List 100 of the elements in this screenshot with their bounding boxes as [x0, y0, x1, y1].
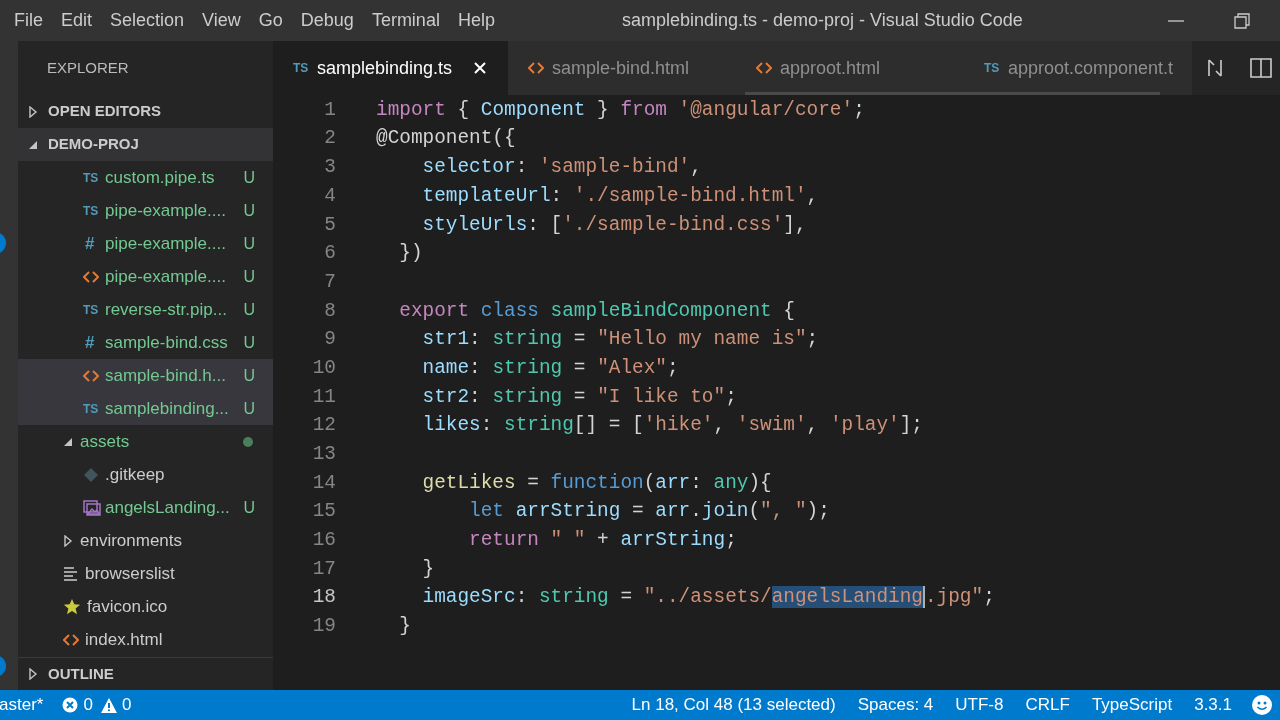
menu-item[interactable]: View	[195, 7, 248, 34]
typescript-icon: TS	[83, 300, 105, 319]
file-name: angelsLanding...	[105, 496, 231, 519]
menu-item[interactable]: File	[7, 7, 50, 34]
status-item[interactable]: Ln 18, Col 48 (13 selected)	[631, 692, 836, 718]
code-line: })	[398, 241, 423, 267]
menu-item[interactable]: Go	[251, 7, 290, 34]
typescript-icon: TS	[83, 399, 105, 418]
status-item[interactable]: 3.3.1	[1194, 692, 1232, 718]
section-header[interactable]: DEMO-PROJ	[18, 128, 273, 161]
hash-icon: #	[83, 230, 105, 257]
line-number: 14	[311, 470, 336, 496]
code-line: export class sampleBindComponent {	[398, 298, 795, 324]
tree-row[interactable]: sample-bind.h... U	[18, 359, 273, 392]
file-name: samplebinding...	[105, 397, 230, 420]
git-status: U	[243, 365, 255, 386]
menu-item[interactable]: Edit	[54, 7, 100, 34]
line-number: 16	[311, 528, 336, 554]
warning-count[interactable]: 0	[121, 692, 132, 718]
code-line: templateUrl: './sample-bind.html',	[421, 183, 819, 209]
line-number: 5	[323, 212, 336, 238]
menu-item[interactable]: Terminal	[364, 7, 447, 34]
typescript-icon: TS	[83, 168, 105, 187]
error-icon[interactable]	[62, 697, 79, 713]
code-line: import { Component } from '@angular/core';	[376, 97, 865, 123]
menu-item[interactable]: Selection	[103, 7, 192, 34]
file-name: index.html	[85, 628, 164, 651]
line-number: 9	[323, 327, 336, 353]
line-number: 2	[323, 126, 336, 152]
warning-icon[interactable]	[100, 697, 117, 713]
file-name: pipe-example....	[105, 232, 227, 255]
git-status: U	[243, 497, 255, 518]
code-line: return " " + arrString;	[468, 528, 737, 554]
editor-tab[interactable]: approot.html	[736, 41, 964, 95]
git-branch[interactable]: aster*	[0, 692, 44, 718]
restore-icon[interactable]	[1234, 12, 1250, 29]
file-name: pipe-example....	[105, 199, 227, 222]
typescript-icon: TS	[293, 59, 315, 77]
expanded-caret-icon	[63, 436, 73, 447]
code-line: styleUrls: ['./sample-bind.css'],	[421, 212, 807, 238]
code-line: selector: 'sample-bind',	[421, 155, 702, 181]
close-icon[interactable]	[474, 62, 487, 74]
tree-row[interactable]: TS samplebinding... U	[18, 392, 273, 425]
status-item[interactable]: CRLF	[1025, 692, 1070, 718]
file-name: environments	[80, 529, 184, 552]
code-line: likes: string[] = ['hike', 'swim', 'play'];	[421, 413, 923, 439]
line-number: 18	[311, 585, 336, 611]
sidebar-title: EXPLORER	[47, 57, 129, 78]
line-number: 17	[311, 556, 336, 582]
line-number: 12	[311, 413, 336, 439]
editor-tab[interactable]: sample-bind.html	[508, 41, 736, 95]
section-header[interactable]: OPEN EDITORS	[18, 95, 273, 128]
typescript-icon: TS	[83, 201, 105, 220]
menu-item[interactable]: Debug	[293, 7, 361, 34]
editor-tab[interactable]: TS approot.component.t	[964, 41, 1192, 95]
collapsed-caret-icon	[28, 668, 38, 680]
smiley-icon[interactable]	[1252, 695, 1272, 715]
section-title: OPEN EDITORS	[48, 101, 162, 122]
line-number: 13	[311, 442, 336, 468]
status-item[interactable]: TypeScript	[1091, 692, 1173, 718]
code-line: }	[421, 556, 435, 582]
line-number: 4	[323, 183, 336, 209]
split-editor-icon[interactable]	[1250, 58, 1272, 78]
file-name: custom.pipe.ts	[105, 166, 216, 189]
status-item[interactable]: UTF-8	[955, 692, 1004, 718]
line-number: 8	[323, 298, 336, 324]
file-name: .gitkeep	[105, 463, 166, 486]
git-status: U	[243, 167, 255, 188]
collapsed-caret-icon	[63, 534, 73, 547]
minimize-icon[interactable]	[1168, 18, 1184, 23]
git-status: U	[243, 200, 255, 221]
file-name: browserslist	[85, 562, 176, 585]
image-icon	[83, 499, 101, 516]
diamond-icon	[83, 466, 99, 483]
code-brackets-icon	[528, 62, 544, 74]
editor-tab[interactable]: TS samplebinding.ts	[273, 41, 508, 95]
collapsed-caret-icon	[28, 105, 38, 118]
git-status: U	[243, 332, 255, 353]
line-number: 3	[323, 155, 336, 181]
star-icon	[63, 597, 81, 616]
line-number: 7	[323, 269, 336, 295]
file-name: favicon.ico	[87, 595, 169, 618]
error-count[interactable]: 0	[83, 692, 93, 718]
code-line: }	[398, 614, 411, 640]
window-title: samplebinding.ts - demo-proj - Visual Studio Code	[621, 9, 1023, 32]
menu-item[interactable]: Help	[450, 7, 502, 34]
status-item[interactable]: Spaces: 4	[857, 692, 934, 718]
code-line: @Component({	[376, 126, 516, 152]
code-line: getLikes = function(arr: any){	[421, 470, 772, 496]
git-status: U	[243, 398, 255, 419]
code-line: name: string = "Alex";	[421, 356, 679, 381]
code-brackets-icon	[83, 369, 99, 382]
line-number: 15	[311, 499, 336, 525]
code-brackets-icon	[756, 62, 772, 74]
section-title: DEMO-PROJ	[48, 134, 139, 155]
lines-icon	[63, 566, 79, 581]
file-name: sample-bind.css	[105, 331, 229, 354]
git-status: U	[243, 266, 255, 287]
line-number: 6	[323, 241, 336, 267]
code-brackets-icon	[63, 633, 79, 646]
